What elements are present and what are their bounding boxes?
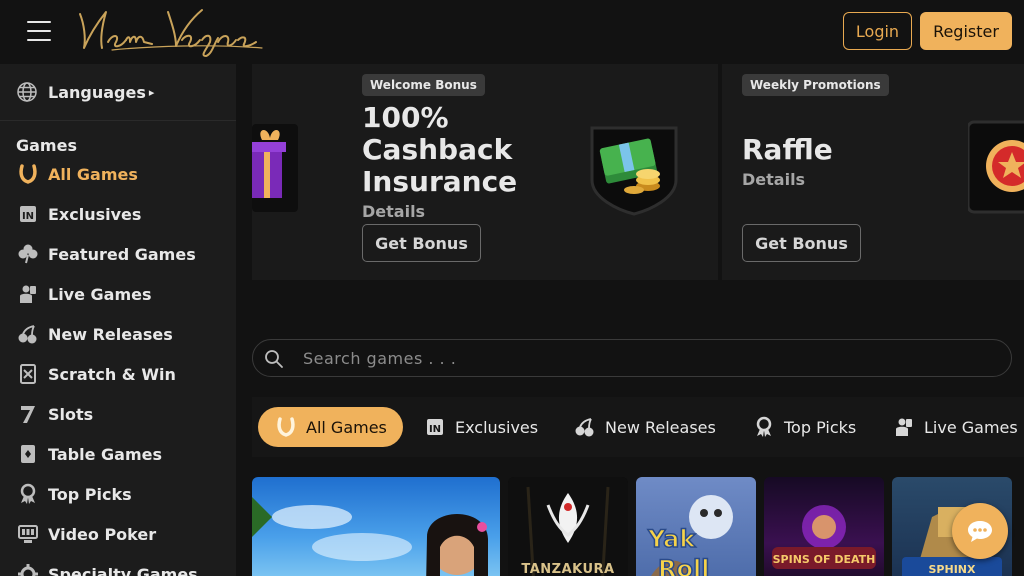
login-button[interactable]: Login [843, 12, 912, 50]
game-art: SPINS OF DEATH [772, 505, 876, 569]
sidebar-item-label: Top Picks [48, 484, 132, 504]
sidebar-item-label: Table Games [48, 444, 162, 464]
chat-button[interactable] [952, 503, 1008, 559]
app-root: Login Register Languages ▸ Games All Gam… [0, 0, 1024, 576]
register-button[interactable]: Register [920, 12, 1012, 50]
languages-selector[interactable]: Languages ▸ [16, 80, 154, 104]
top-header: Login Register [0, 0, 1024, 64]
cherries-icon [573, 415, 597, 439]
svg-text:Roll: Roll [658, 555, 709, 576]
playing-card-icon [16, 442, 40, 466]
languages-label: Languages [48, 82, 146, 102]
sidebar-item-label: Specialty Games [48, 564, 198, 576]
tab-label: New Releases [605, 417, 716, 437]
game-tile[interactable]: Yak Roll [636, 477, 756, 576]
sidebar-item-video-poker[interactable]: Video Poker [16, 520, 156, 548]
promo-carousel[interactable]: Welcome Bonus 100% Cashback Insurance De… [252, 64, 1024, 280]
brand-logo[interactable] [72, 4, 268, 60]
clover-icon [16, 242, 40, 266]
sidebar-item-label: All Games [48, 164, 138, 184]
game-art [252, 497, 488, 576]
tab-exclusives[interactable]: IN Exclusives [423, 407, 538, 447]
tab-all-games[interactable]: All Games [258, 407, 403, 447]
search-input[interactable] [303, 344, 983, 372]
promo-title-line: Raffle [742, 133, 833, 166]
promo-card-partial-left[interactable] [252, 64, 342, 280]
promo-title-line: 100% [362, 101, 449, 134]
exclusive-badge-icon: IN [423, 415, 447, 439]
games-heading: Games [16, 136, 77, 155]
promo-card-welcome-bonus[interactable]: Welcome Bonus 100% Cashback Insurance De… [342, 64, 718, 280]
sidebar-item-label: Scratch & Win [48, 364, 176, 384]
seven-icon [16, 402, 40, 426]
sidebar-item-label: Exclusives [48, 204, 142, 224]
live-dealer-icon [892, 415, 916, 439]
horseshoe-icon [274, 415, 298, 439]
promo-card-weekly-promotions[interactable]: Weekly Promotions Raffle Details Get Bon… [722, 64, 1024, 280]
promo-title-line: Cashback [362, 133, 513, 166]
live-dealer-icon [16, 282, 40, 306]
sidebar-item-label: Video Poker [48, 524, 157, 544]
sidebar-item-exclusives[interactable]: IN Exclusives [16, 200, 141, 228]
svg-text:IN: IN [22, 211, 34, 222]
promo-title-line: Insurance [362, 165, 518, 198]
video-poker-icon [16, 522, 40, 546]
sidebar-item-table-games[interactable]: Table Games [16, 440, 162, 468]
sidebar-divider [0, 120, 236, 121]
menu-icon[interactable] [27, 21, 51, 41]
sidebar-item-label: Featured Games [48, 244, 196, 264]
tab-live-games[interactable]: Live Games [892, 407, 1018, 447]
sidebar-item-label: Live Games [48, 284, 152, 304]
cherries-icon [16, 322, 40, 346]
sidebar-item-all-games[interactable]: All Games [16, 160, 138, 188]
category-tabs: All Games IN Exclusives New Releases Top… [252, 397, 1024, 457]
game-tile[interactable]: SPINS OF DEATH [764, 477, 884, 576]
tab-label: Live Games [924, 417, 1018, 437]
cash-stack-icon [590, 126, 678, 216]
get-bonus-button[interactable]: Get Bonus [742, 224, 861, 262]
sidebar-item-label: New Releases [48, 324, 173, 344]
promo-details-link[interactable]: Details [362, 202, 425, 221]
exclusive-badge-icon: IN [16, 202, 40, 226]
award-icon [16, 482, 40, 506]
promo-badge: Welcome Bonus [362, 74, 485, 96]
sidebar-item-new-releases[interactable]: New Releases [16, 320, 173, 348]
main-content: Welcome Bonus 100% Cashback Insurance De… [252, 64, 1024, 576]
chat-bubble-icon [968, 521, 992, 542]
sidebar: Languages ▸ Games All Games IN Exclusive… [0, 64, 236, 576]
sidebar-item-top-picks[interactable]: Top Picks [16, 480, 132, 508]
svg-text:SPHINX: SPHINX [929, 563, 976, 576]
tab-label: Exclusives [455, 417, 539, 437]
tab-top-picks[interactable]: Top Picks [752, 407, 856, 447]
svg-text:SPINS OF DEATH: SPINS OF DEATH [773, 553, 876, 566]
svg-text:IN: IN [429, 424, 441, 435]
sidebar-item-scratch-win[interactable]: Scratch & Win [16, 360, 176, 388]
gear-icon [16, 562, 40, 576]
sidebar-item-featured-games[interactable]: Featured Games [16, 240, 196, 268]
tab-new-releases[interactable]: New Releases [573, 407, 716, 447]
search-icon [265, 350, 283, 368]
promo-badge: Weekly Promotions [742, 74, 889, 96]
get-bonus-button[interactable]: Get Bonus [362, 224, 481, 262]
chevron-right-icon: ▸ [148, 85, 155, 99]
tab-label: All Games [306, 417, 387, 437]
game-tile[interactable]: TANZAKURA [508, 477, 628, 576]
game-title: TANZAKURA [521, 562, 615, 576]
search-bar [252, 339, 1012, 377]
scratch-card-icon [16, 362, 40, 386]
globe-icon [17, 82, 37, 102]
sidebar-item-slots[interactable]: Slots [16, 400, 93, 428]
sidebar-item-specialty-games[interactable]: Specialty Games [16, 560, 198, 576]
svg-text:Yak: Yak [647, 525, 696, 553]
horseshoe-icon [16, 162, 40, 186]
gift-box-icon [252, 124, 298, 212]
sidebar-item-live-games[interactable]: Live Games [16, 280, 152, 308]
sidebar-item-label: Slots [48, 404, 94, 424]
tab-label: Top Picks [784, 417, 857, 437]
award-icon [752, 415, 776, 439]
raffle-ticket-icon [968, 120, 1024, 214]
game-tile[interactable] [252, 477, 500, 576]
game-art: Yak Roll [646, 495, 733, 576]
promo-details-link[interactable]: Details [742, 170, 805, 189]
